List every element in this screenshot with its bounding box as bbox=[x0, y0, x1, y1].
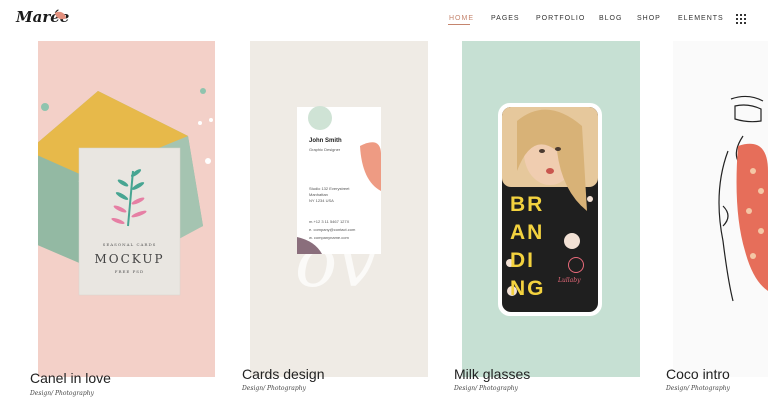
nav-item-blog[interactable]: BLOG bbox=[599, 15, 622, 22]
nav-item-portfolio[interactable]: PORTFOLIO bbox=[536, 15, 585, 22]
nav-item-elements[interactable]: ELEMENTS bbox=[678, 15, 724, 22]
bizcard-role: Graphic Designer bbox=[309, 147, 341, 152]
card-category[interactable]: Design/ Photography bbox=[30, 390, 94, 397]
phone-branding-image bbox=[498, 103, 602, 316]
nav-item-shop[interactable]: SHOP bbox=[637, 15, 661, 22]
bizcard-email: e. company@contact.com bbox=[309, 227, 356, 232]
mockup-line1: SEASONAL CARDS bbox=[102, 242, 157, 247]
site-header: Marée HOME PAGES PORTFOLIO BLOG SHOP ELE… bbox=[0, 0, 768, 38]
card-category[interactable]: Design/ Photography bbox=[242, 385, 306, 392]
card-title[interactable]: Cards design bbox=[242, 366, 325, 382]
line-art-illustration bbox=[718, 95, 768, 302]
grid-menu-icon[interactable] bbox=[736, 14, 746, 24]
nav-item-home[interactable]: HOME bbox=[449, 15, 474, 22]
business-card-image: ov bbox=[295, 106, 381, 303]
branding-text: BR AN DI NG bbox=[510, 193, 546, 300]
bizcard-phone: m.+12 3 11 5467 127X bbox=[309, 219, 350, 224]
bizcard-address-2: Manhattan bbox=[309, 192, 328, 197]
card-category[interactable]: Design/ Photography bbox=[454, 385, 518, 392]
portfolio-card-canel[interactable]: SEASONAL CARDS MOCKUP FREE PSD bbox=[38, 41, 215, 377]
lullaby-logo-icon bbox=[568, 257, 584, 273]
mockup-line3: FREE PSD bbox=[114, 269, 145, 274]
card-category[interactable]: Design/ Photography bbox=[666, 385, 730, 392]
portfolio-card-coco-intro[interactable] bbox=[673, 41, 768, 377]
portfolio-card-cards-design[interactable]: ov John Smith Graphic Designer Studio 13… bbox=[250, 41, 428, 377]
nav-item-pages[interactable]: PAGES bbox=[491, 15, 520, 22]
mockup-line2: MOCKUP bbox=[94, 252, 165, 266]
envelope-mockup-image bbox=[38, 88, 213, 296]
card-title[interactable]: Canel in love bbox=[30, 370, 111, 386]
portfolio-card-milk-glasses[interactable]: BR AN DI NG Lullaby bbox=[462, 41, 640, 377]
active-nav-underline bbox=[448, 24, 470, 25]
card-title[interactable]: Milk glasses bbox=[454, 366, 530, 382]
bizcard-address-3: NY 1234 USA bbox=[309, 198, 334, 203]
phone-tag: Lullaby bbox=[558, 277, 581, 284]
card-title[interactable]: Coco intro bbox=[666, 366, 730, 382]
bizcard-address-1: Studio 132 Everystreet bbox=[309, 186, 350, 191]
bizcard-name: John Smith bbox=[309, 138, 342, 144]
bizcard-web: w. companyname.com bbox=[309, 235, 349, 240]
